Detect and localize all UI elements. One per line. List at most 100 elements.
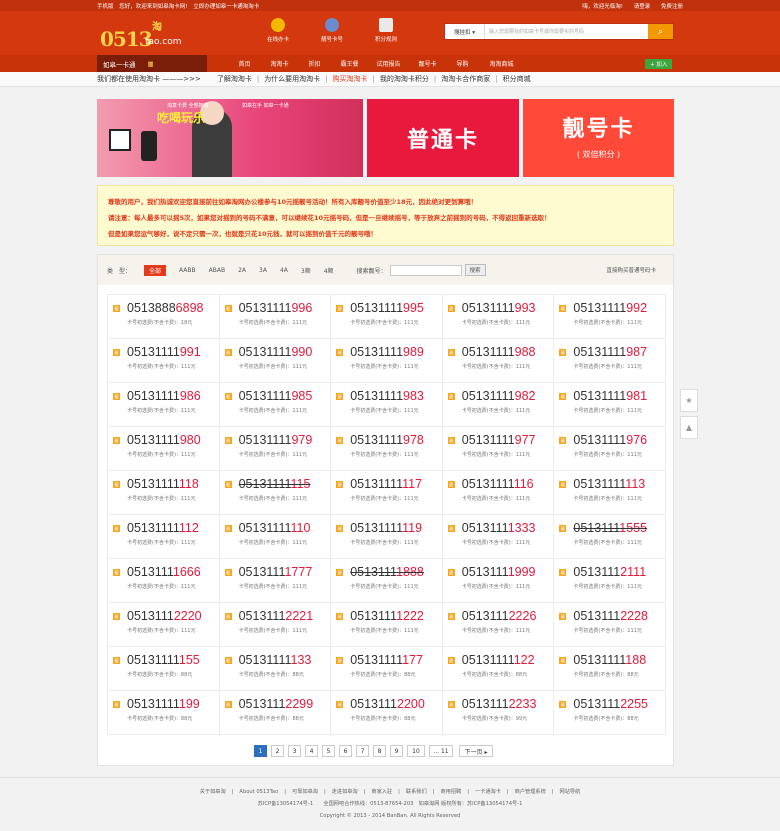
footer-link[interactable]: 商家入驻 [371, 789, 392, 795]
card-number[interactable]: 05131112255 [573, 697, 648, 711]
number-card[interactable]: 靓 05131111985 卡号初选费(不含卡费)：111元 [219, 383, 332, 427]
sub-nav-item-buy[interactable]: 购买淘淘卡 [333, 74, 368, 84]
card-number[interactable]: 05131111112 [127, 521, 199, 535]
number-card[interactable]: 靓 05131111117 卡号初选费(不含卡费)：111元 [331, 471, 443, 515]
site-logo[interactable]: 0513 淘 tao.com [100, 17, 188, 51]
card-number[interactable]: 05131112200 [350, 697, 425, 711]
number-card[interactable]: 靓 05131111555 卡号初选费(不含卡费)：111元 [554, 515, 666, 559]
card-number[interactable]: 05131111990 [239, 345, 313, 359]
sub-nav-item-why[interactable]: 为什么要用淘淘卡 [264, 74, 320, 84]
card-number[interactable]: 05131111991 [127, 345, 201, 359]
number-card[interactable]: 靓 05131111112 卡号初选费(不含卡费)：111元 [108, 515, 220, 559]
search-category-select[interactable]: 搜挂扣 ▾ [445, 24, 485, 39]
nav-item-lucky-card[interactable]: 靓号卡 [410, 59, 445, 68]
number-card[interactable]: 靓 05131111199 卡号初选费(不含卡费)：88元 [108, 691, 220, 735]
number-card[interactable]: 靓 05131111777 卡号初选费(不含卡费)：111元 [219, 559, 332, 603]
sub-nav-item-mall[interactable]: 积分商城 [503, 74, 531, 84]
card-number[interactable]: 05131112299 [239, 697, 314, 711]
register-link[interactable]: 免费注册 [661, 4, 683, 10]
card-number[interactable]: 05138886898 [127, 301, 203, 315]
card-number[interactable]: 05131111199 [127, 697, 200, 711]
card-number[interactable]: 05131111222 [350, 609, 424, 623]
sub-nav-item-about[interactable]: 了解淘淘卡 [217, 74, 252, 84]
number-card[interactable]: 靓 05131111995 卡号初选费(不含卡费)：111元 [331, 295, 443, 339]
card-number[interactable]: 05131111993 [462, 301, 536, 315]
number-card[interactable]: 靓 05131112200 卡号初选费(不含卡费)：88元 [331, 691, 443, 735]
page-button[interactable]: 8 [373, 745, 386, 757]
card-number[interactable]: 05131111666 [127, 565, 201, 579]
regular-card-banner[interactable]: 普通卡 [367, 99, 519, 177]
card-number[interactable]: 05131111122 [462, 653, 535, 667]
number-card[interactable]: 靓 05131111976 卡号初选费(不含卡费)：111元 [554, 427, 666, 471]
page-button[interactable]: 6 [339, 745, 352, 757]
number-search-button[interactable]: 搜索 [464, 264, 486, 276]
number-card[interactable]: 靓 05131112228 卡号初选费(不含卡费)：111元 [554, 603, 666, 647]
number-card[interactable]: 靓 05131111888 卡号初选费(不含卡费)：111元 [331, 559, 443, 603]
back-to-top-button[interactable]: ▲ [680, 416, 698, 439]
number-card[interactable]: 靓 05131111980 卡号初选费(不含卡费)：111元 [108, 427, 220, 471]
sub-nav-item-partners[interactable]: 淘淘卡合作商家 [441, 74, 490, 84]
number-card[interactable]: 靓 05131111999 卡号初选费(不含卡费)：111元 [442, 559, 555, 603]
number-card[interactable]: 靓 05131111222 卡号初选费(不含卡费)：111元 [331, 603, 443, 647]
card-number[interactable]: 05131111987 [573, 345, 647, 359]
number-card[interactable]: 靓 05131111115 卡号初选费(不含卡费)：111元 [219, 471, 332, 515]
number-card[interactable]: 靓 05131111977 卡号初选费(不含卡费)：111元 [442, 427, 555, 471]
card-number[interactable]: 05131111996 [239, 301, 313, 315]
apply-link[interactable]: 立即办理如皋一卡通淘淘卡 [193, 4, 259, 10]
number-card[interactable]: 靓 05131111979 卡号初选费(不含卡费)：111元 [219, 427, 332, 471]
number-card[interactable]: 靓 05131111993 卡号初选费(不含卡费)：111元 [442, 295, 555, 339]
number-card[interactable]: 靓 05131111119 卡号初选费(不含卡费)：111元 [331, 515, 443, 559]
number-card[interactable]: 靓 05131111122 卡号初选费(不含卡费)：88元 [442, 647, 555, 691]
nav-item-guide[interactable]: 导购 [445, 59, 480, 68]
nav-item-discount[interactable]: 折扣 [297, 59, 332, 68]
card-number[interactable]: 05131111177 [350, 653, 423, 667]
footer-link[interactable]: 网站导航 [560, 789, 581, 795]
filter-option-2a[interactable]: 2A [238, 267, 246, 274]
number-card[interactable]: 靓 05131111987 卡号初选费(不含卡费)：111元 [554, 339, 666, 383]
footer-link[interactable]: 一卡通淘卡 [475, 789, 501, 795]
page-button[interactable]: 10 [407, 745, 425, 757]
number-card[interactable]: 靓 05131112111 卡号初选费(不含卡费)：111元 [554, 559, 666, 603]
card-number[interactable]: 05131111118 [127, 477, 199, 491]
footer-link[interactable]: 关于如皋淘 [200, 789, 226, 795]
number-card[interactable]: 靓 05131111989 卡号初选费(不含卡费)：111元 [331, 339, 443, 383]
number-card[interactable]: 靓 05131111986 卡号初选费(不含卡费)：111元 [108, 383, 220, 427]
search-button[interactable]: ⌕ [648, 24, 673, 39]
card-number[interactable]: 05131111188 [573, 653, 646, 667]
number-card[interactable]: 靓 05131112255 卡号初选费(不含卡费)：88元 [554, 691, 666, 735]
number-card[interactable]: 靓 05131111116 卡号初选费(不含卡费)：111元 [442, 471, 555, 515]
number-card[interactable]: 靓 05131112233 卡号初选费(不含卡费)：99元 [442, 691, 555, 735]
filter-option-4a[interactable]: 4A [280, 267, 288, 274]
filter-option-aabb[interactable]: AABB [179, 267, 196, 274]
card-number[interactable]: 05131111116 [462, 477, 534, 491]
card-number[interactable]: 05131111113 [573, 477, 645, 491]
card-number[interactable]: 05131112220 [127, 609, 202, 623]
card-number[interactable]: 05131111995 [350, 301, 424, 315]
join-button[interactable]: + 加入 [645, 59, 673, 69]
page-button[interactable]: 5 [322, 745, 335, 757]
lucky-card-banner[interactable]: 靓号卡 ( 双倍积分 ) [523, 99, 674, 177]
mobile-link[interactable]: 手机版 [97, 4, 114, 10]
card-number[interactable]: 05131111117 [350, 477, 422, 491]
card-number[interactable]: 05131111555 [573, 521, 647, 535]
number-card[interactable]: 靓 05131112226 卡号初选费(不含卡费)：111元 [442, 603, 555, 647]
page-button[interactable]: 9 [390, 745, 403, 757]
page-button[interactable]: 1 [254, 745, 267, 757]
number-card[interactable]: 靓 05131111991 卡号初选费(不含卡费)：111元 [108, 339, 220, 383]
number-card[interactable]: 靓 05131112299 卡号初选费(不含卡费)：88元 [219, 691, 332, 735]
nav-item-home[interactable]: 首页 [227, 59, 262, 68]
number-card[interactable]: 靓 05131111333 卡号初选费(不含卡费)：111元 [442, 515, 555, 559]
number-card[interactable]: 靓 05131111982 卡号初选费(不含卡费)：111元 [442, 383, 555, 427]
sub-nav-item-points[interactable]: 我的淘淘卡积分 [380, 74, 429, 84]
card-number[interactable]: 05131111988 [462, 345, 536, 359]
card-number[interactable]: 05131111976 [573, 433, 647, 447]
card-number[interactable]: 05131111977 [462, 433, 536, 447]
number-card[interactable]: 靓 05131112220 卡号初选费(不含卡费)：111元 [108, 603, 220, 647]
footer-link[interactable]: About 0513Tao [239, 789, 278, 795]
next-page-button[interactable]: 下一页 ▸ [459, 745, 493, 757]
number-card[interactable]: 靓 05131111981 卡号初选费(不含卡费)：111元 [554, 383, 666, 427]
page-button[interactable]: 7 [356, 745, 369, 757]
points-rule-link[interactable]: 积分规则 [364, 18, 408, 43]
number-card[interactable]: 靓 05131111988 卡号初选费(不含卡费)：111元 [442, 339, 555, 383]
filter-option-3-sequence[interactable]: 3顺 [301, 266, 311, 275]
